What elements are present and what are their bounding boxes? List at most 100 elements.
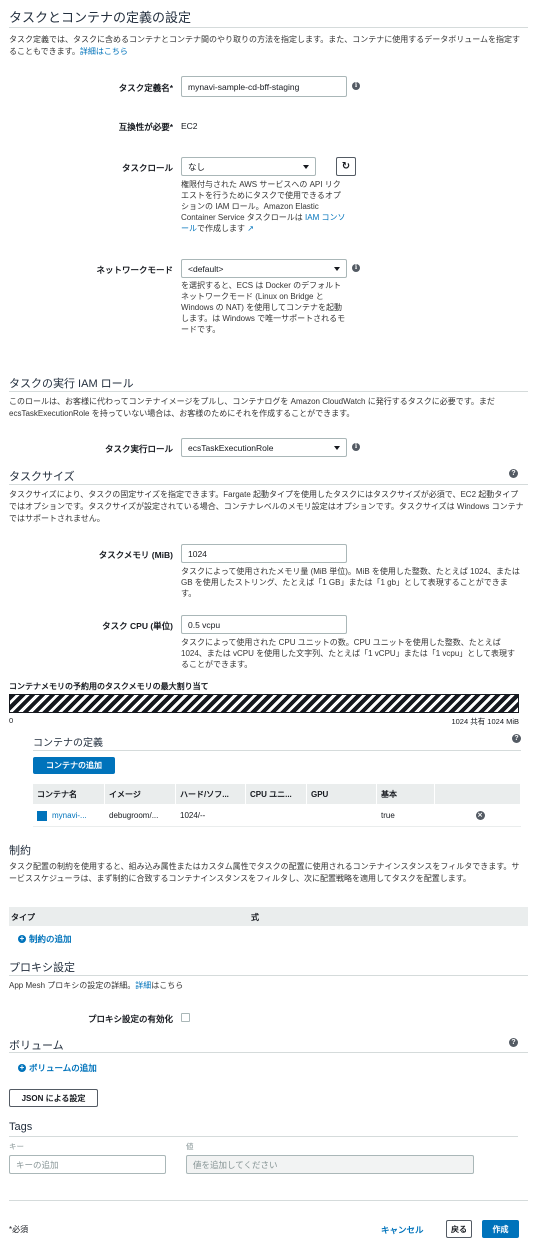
task-memory-help: タスクによって使用されたメモリ量 (MiB 単位)。MiB を使用した整数、たと… [181, 567, 520, 598]
task-name-info-icon[interactable]: i [352, 82, 360, 90]
task-role-help-tail: で作成します [197, 224, 245, 233]
page-intro: タスク定義では、タスクに含めるコンテナとコンテナ間のやり取りの方法を指定します。… [9, 34, 525, 58]
proxy-desc-tail: はこちら [151, 981, 184, 990]
col-image[interactable]: イメージ [105, 784, 176, 804]
refresh-icon: ↻ [341, 161, 351, 172]
required-note: *必須 [9, 1225, 29, 1234]
proxy-desc-text: App Mesh プロキシの設定の詳細。 [9, 981, 136, 990]
add-constraint-label: 制約の追加 [29, 934, 72, 944]
add-volume-link[interactable]: + ボリュームの追加 [18, 1062, 97, 1074]
compat-value: EC2 [181, 121, 198, 131]
exec-role-label: タスク実行ロール [104, 444, 173, 454]
exec-role-divider [9, 391, 528, 392]
containers-title: コンテナの定義 [33, 738, 103, 749]
create-button[interactable]: 作成 [482, 1220, 519, 1238]
proxy-title: プロキシ設定 [9, 962, 75, 974]
plus-icon: + [18, 934, 26, 943]
proxy-enable-checkbox[interactable] [181, 1013, 190, 1022]
remove-container-cell: × [435, 805, 521, 826]
task-cpu-help: タスクによって使用された CPU ユニットの数。CPU ユニットを使用した整数、… [181, 638, 516, 669]
tags-value-header: 値 [186, 1142, 194, 1151]
task-size-desc: タスクサイズにより、タスクの固定サイズを指定できます。Fargate 起動タイプ… [9, 490, 524, 523]
containers-divider [33, 750, 521, 751]
memory-bar-track [9, 694, 519, 713]
container-name-cell[interactable]: mynavi-... [33, 805, 105, 826]
task-cpu-input[interactable]: 0.5 vcpu [181, 615, 347, 634]
col-expression: 式 [251, 913, 259, 922]
col-gpu[interactable]: GPU [307, 784, 377, 804]
col-container-name[interactable]: コンテナ名 [33, 784, 105, 804]
container-icon [37, 810, 47, 821]
exec-role-title: タスクの実行 IAM ロール [9, 378, 134, 390]
memory-bar-fill [10, 695, 518, 712]
task-role-help: 権限付与された AWS サービスへの API リクエストを行うためにタスクで使用… [181, 179, 347, 234]
task-role-value: なし [188, 161, 206, 172]
table-row: mynavi-... debugroom/... 1024/-- true × [33, 805, 521, 827]
network-mode-info-icon[interactable]: i [352, 264, 360, 272]
proxy-learn-more-link[interactable]: 詳細 [135, 981, 151, 990]
task-role-select[interactable]: なし [181, 157, 316, 176]
exec-role-value: ecsTaskExecutionRole [188, 442, 274, 453]
task-size-divider [9, 484, 528, 485]
exec-role-desc: このロールは、お客様に代わってコンテナイメージをプルし、コンテナログを Amaz… [9, 397, 495, 418]
network-mode-select[interactable]: <default> [181, 259, 347, 278]
title-divider [9, 27, 528, 28]
container-cpu-cell [246, 805, 307, 826]
chevron-down-icon [334, 266, 340, 271]
proxy-desc: App Mesh プロキシの設定の詳細。詳細はこちら [9, 980, 183, 992]
volumes-help-icon[interactable]: ? [509, 1038, 518, 1047]
col-cpu[interactable]: CPU ユニ... [246, 784, 307, 804]
container-gpu-cell [307, 805, 377, 826]
refresh-role-button[interactable]: ↻ [336, 157, 356, 176]
tags-title: Tags [9, 1121, 33, 1133]
tags-divider [9, 1136, 518, 1137]
back-button[interactable]: 戻る [446, 1220, 472, 1238]
task-name-label: タスク定義名* [118, 83, 173, 93]
learn-more-link[interactable]: 詳細はこちら [80, 47, 128, 56]
network-mode-value: <default> [188, 263, 224, 274]
volumes-title: ボリューム [9, 1040, 64, 1052]
network-mode-label: ネットワークモード [96, 265, 173, 275]
container-essential-cell: true [381, 811, 395, 820]
external-link-icon: ↗ [247, 224, 254, 233]
constraints-table-header [9, 907, 528, 926]
containers-help-icon[interactable]: ? [512, 734, 521, 743]
col-essential[interactable]: 基本 [377, 784, 435, 804]
add-constraint-link[interactable]: + 制約の追加 [18, 933, 72, 945]
exec-role-select[interactable]: ecsTaskExecutionRole [181, 438, 347, 457]
constraints-title: 制約 [9, 845, 31, 857]
memory-bar-title: コンテナメモリの予約用のタスクメモリの最大割り当て [9, 682, 209, 691]
page-title: タスクとコンテナの定義の設定 [9, 10, 192, 25]
containers-table-header: コンテナ名 イメージ ハード/ソフ... CPU ユニ... GPU 基本 [33, 784, 521, 804]
cancel-link[interactable]: キャンセル [381, 1224, 424, 1236]
task-memory-label: タスクメモリ (MiB) [98, 550, 173, 560]
tag-key-input[interactable]: キーの追加 [9, 1155, 166, 1174]
container-memory-cell: 1024/-- [180, 811, 206, 820]
col-memory[interactable]: ハード/ソフ... [176, 784, 246, 804]
chevron-down-icon [303, 164, 309, 169]
footer-divider [9, 1200, 528, 1201]
memory-bar-max: 1024 共有 1024 MiB [451, 717, 519, 726]
add-volume-label: ボリュームの追加 [29, 1063, 97, 1073]
task-cpu-label: タスク CPU (単位) [102, 621, 173, 631]
task-role-label: タスクロール [121, 163, 173, 173]
compat-label: 互換性が必要* [118, 122, 173, 132]
volumes-divider [9, 1052, 528, 1053]
task-name-input[interactable]: mynavi-sample-cd-bff-staging [181, 76, 347, 97]
constraints-desc: タスク配置の制約を使用すると、組み込み属性またはカスタム属性でタスクの配置に使用… [9, 862, 520, 883]
exec-role-info-icon[interactable]: i [352, 443, 360, 451]
container-name-link[interactable]: mynavi-... [52, 811, 87, 820]
tag-value-input[interactable]: 値を追加してください [186, 1155, 474, 1174]
proxy-enable-label: プロキシ設定の有効化 [87, 1014, 173, 1024]
add-container-button[interactable]: コンテナの追加 [33, 757, 115, 774]
task-size-help-icon[interactable]: ? [509, 469, 518, 478]
col-actions [435, 784, 521, 804]
task-size-title: タスクサイズ [9, 471, 75, 483]
col-type: タイプ [11, 913, 35, 922]
memory-bar-min: 0 [9, 716, 14, 725]
plus-icon: + [18, 1063, 26, 1072]
proxy-divider [9, 975, 528, 976]
task-memory-input[interactable]: 1024 [181, 544, 347, 563]
json-config-button[interactable]: JSON による設定 [9, 1089, 98, 1107]
remove-icon[interactable]: × [475, 811, 485, 820]
